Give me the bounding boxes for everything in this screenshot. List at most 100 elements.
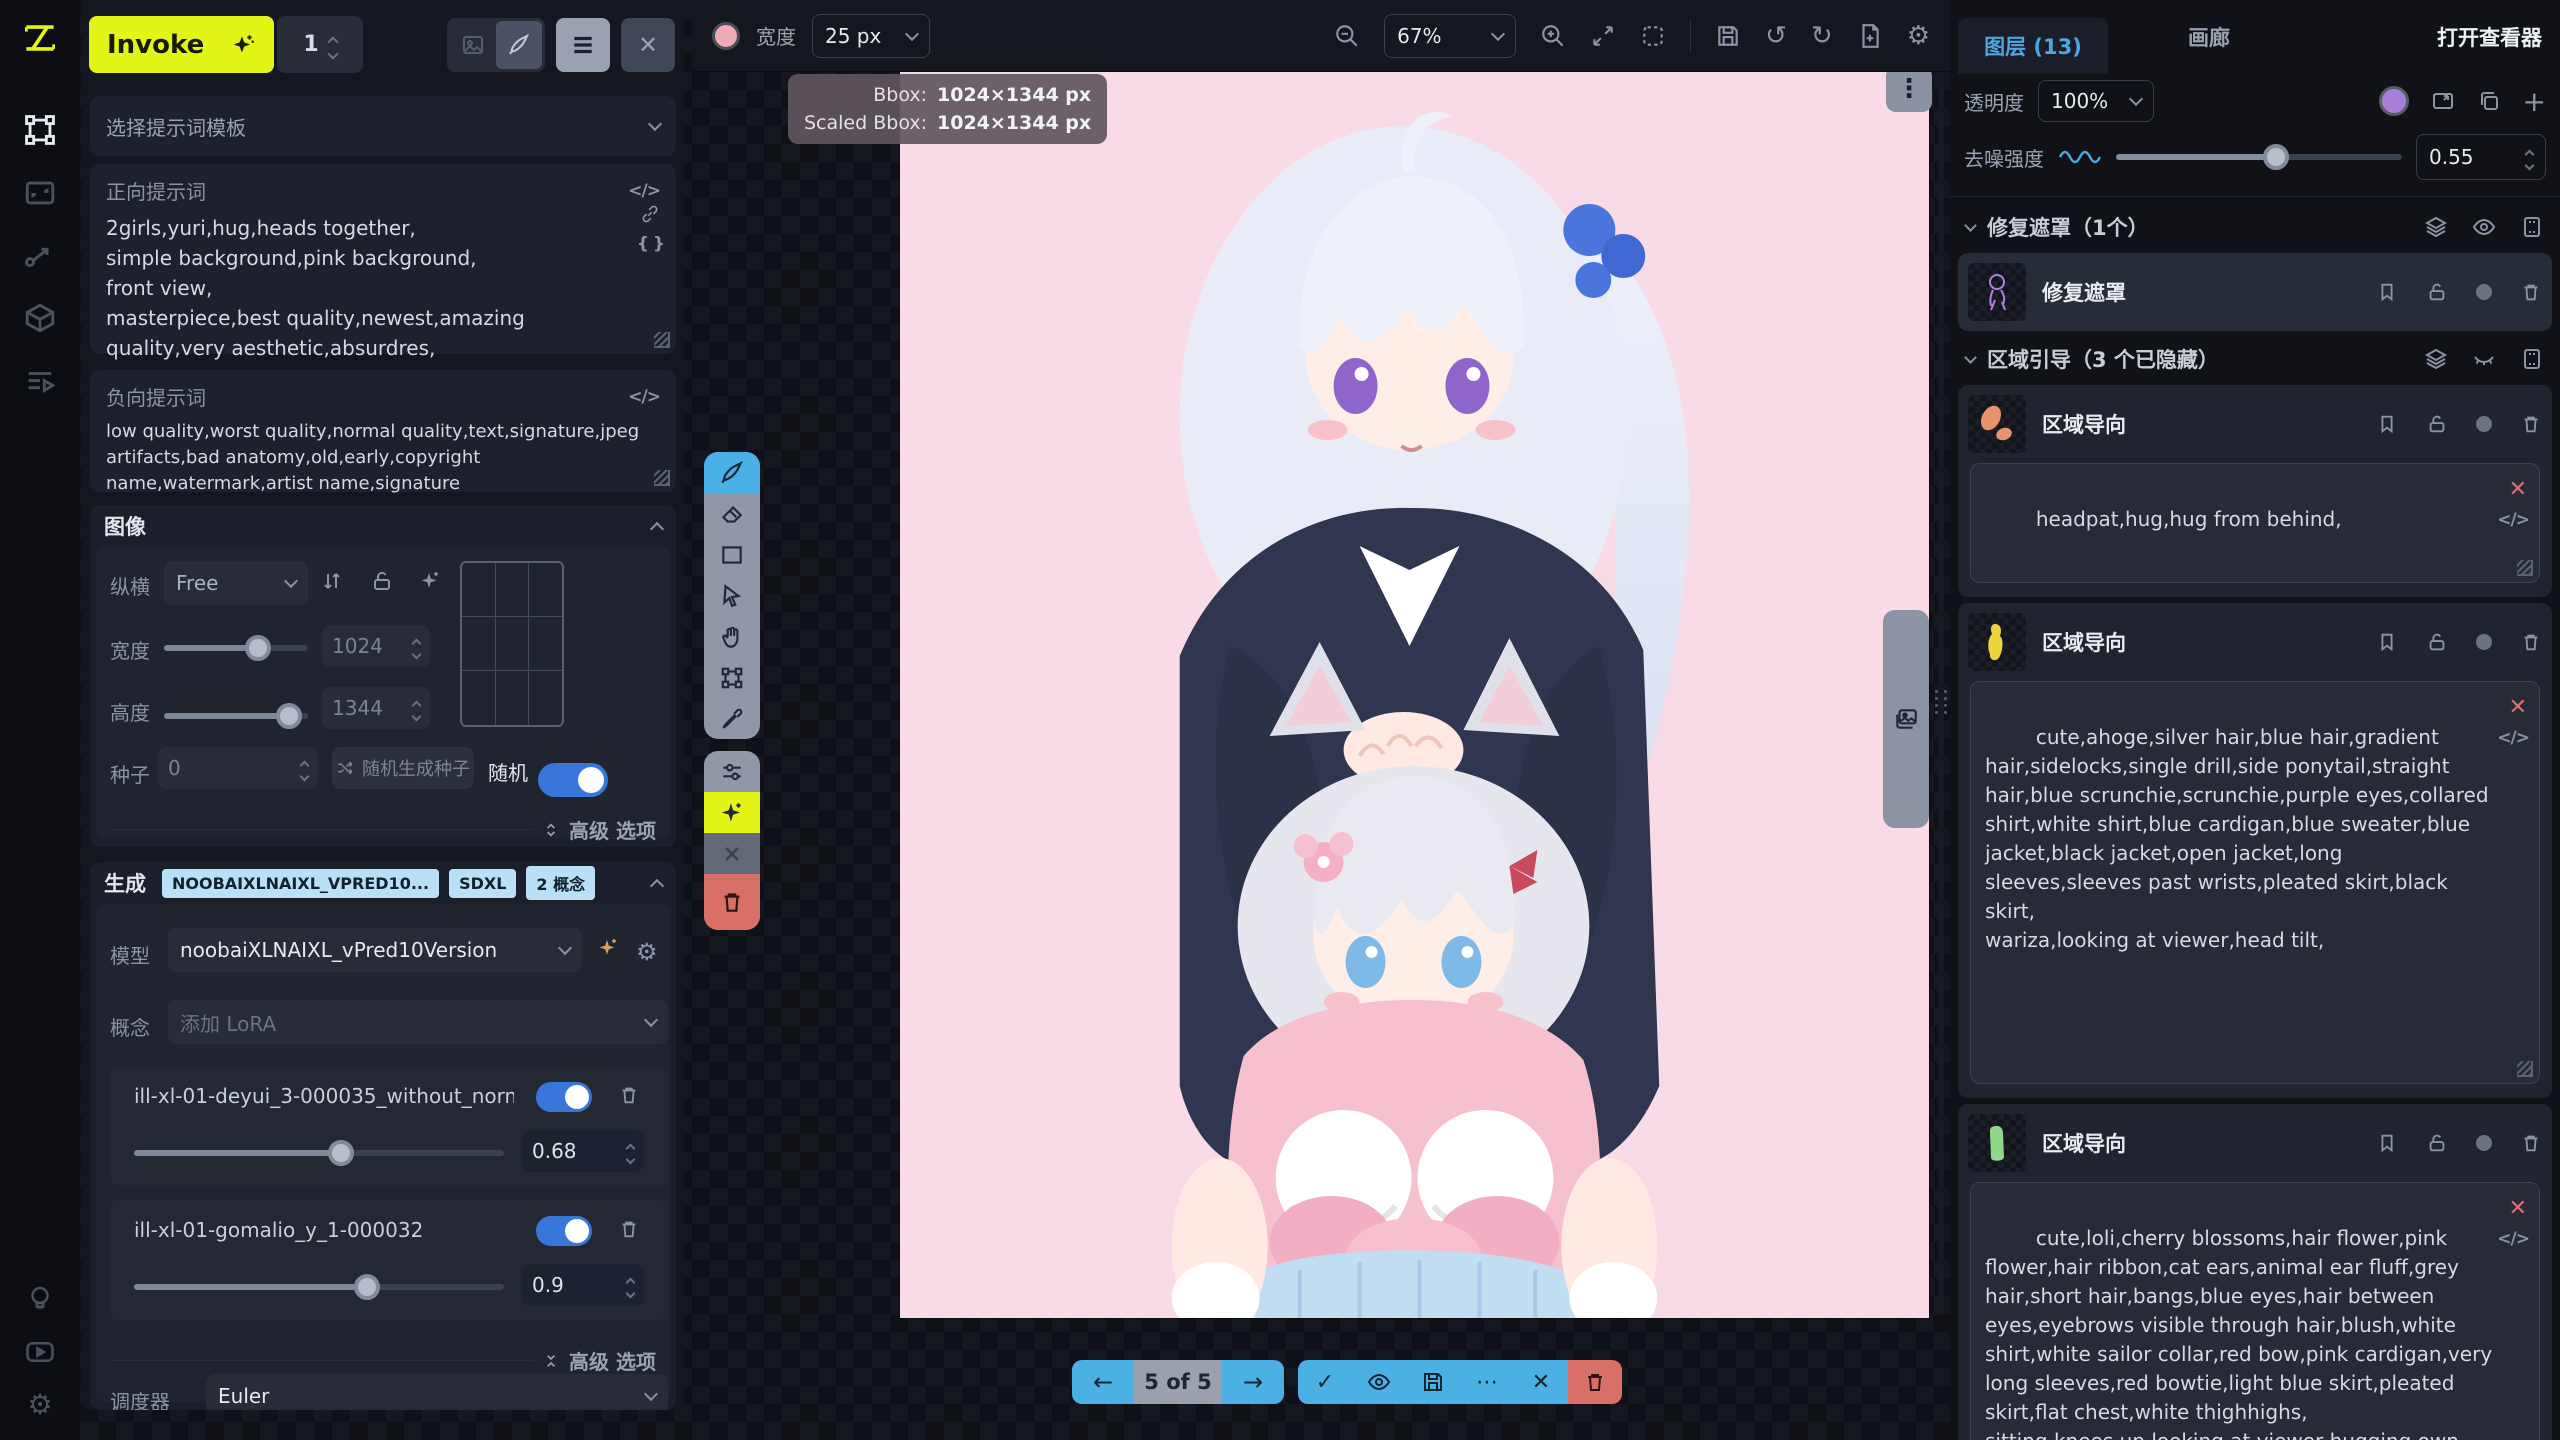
filter-tool[interactable] — [704, 751, 760, 792]
nav-workflows-icon[interactable] — [18, 233, 62, 277]
collapse-icon[interactable] — [650, 879, 664, 893]
lock-aspect-icon[interactable] — [370, 569, 394, 593]
layer-card-regional[interactable]: 区域导向 cute,ahoge,silver hair,blue hair,gr… — [1958, 603, 2552, 1098]
positive-prompt-text[interactable]: 2girls,yuri,hug,heads together, simple b… — [106, 213, 606, 363]
inpaint-mask-section-header[interactable]: 修复遮罩（1个） — [1950, 207, 2560, 247]
width-slider[interactable] — [164, 645, 308, 651]
fit-to-view-icon[interactable] — [1590, 23, 1616, 49]
group-visibility-eye-closed-icon[interactable] — [2472, 347, 2496, 371]
delete-tool[interactable] — [704, 874, 760, 930]
canvas-workspace[interactable]: 宽度 25 px 67% — [80, 0, 1950, 1440]
more-options-button[interactable]: ⋯ — [1460, 1360, 1514, 1404]
brush-color-swatch[interactable] — [712, 22, 740, 50]
fit-bbox-icon[interactable] — [1640, 23, 1666, 49]
negative-prompt-text[interactable]: low quality,worst quality,normal quality… — [106, 419, 660, 497]
optimize-size-sparkle-icon[interactable] — [418, 569, 442, 593]
new-canvas-icon[interactable] — [1857, 23, 1883, 49]
add-layer-plus-icon[interactable]: + — [2523, 85, 2546, 118]
embedding-code-icon[interactable]: </> — [628, 387, 660, 407]
layer-color-swatch[interactable] — [2379, 86, 2409, 116]
nav-canvas-icon[interactable] — [18, 108, 62, 152]
advanced-options-row[interactable]: 高级 选项 — [110, 815, 656, 844]
delete-layer-trash-icon[interactable] — [2520, 1132, 2542, 1154]
settings-gear-icon[interactable]: ⚙ — [18, 1382, 62, 1426]
generated-image[interactable] — [900, 46, 1929, 1318]
transform-tool[interactable] — [704, 657, 760, 698]
layer-color-dot[interactable] — [2476, 284, 2492, 300]
lora-delete-trash-icon[interactable] — [618, 1218, 640, 1240]
height-slider[interactable] — [164, 713, 308, 719]
image-mode-button[interactable] — [450, 21, 496, 69]
layer-color-dot[interactable] — [2476, 416, 2492, 432]
lora-weight-input[interactable]: 0.9 — [522, 1264, 644, 1306]
layer-card-regional[interactable]: 区域导向 cute,loli,cherry blossoms,hair flow… — [1958, 1104, 2552, 1440]
decrement-icon[interactable] — [327, 48, 338, 59]
batch-count-stepper[interactable]: 1 — [277, 16, 363, 73]
gallery-drawer-handle[interactable] — [1883, 610, 1929, 828]
lora-toggle[interactable] — [536, 1082, 592, 1112]
increment-icon[interactable] — [327, 36, 338, 47]
support-icon[interactable] — [18, 1276, 62, 1320]
layer-card-regional[interactable]: 区域导向 headpat,hug,hug from behind, ✕ </> — [1958, 385, 2552, 597]
layer-color-dot[interactable] — [2476, 1135, 2492, 1151]
menu-button[interactable] — [556, 18, 610, 72]
resize-handle[interactable] — [2517, 1061, 2533, 1077]
nav-models-icon[interactable] — [18, 296, 62, 340]
clear-prompt-icon[interactable]: ✕ — [2509, 1193, 2527, 1225]
resize-handle[interactable] — [654, 470, 670, 486]
delete-layer-trash-icon[interactable] — [2520, 413, 2542, 435]
bookmark-icon[interactable] — [2376, 631, 2398, 653]
cancel-tool[interactable] — [704, 833, 760, 874]
bookmark-icon[interactable] — [2376, 281, 2398, 303]
lora-weight-input[interactable]: 0.68 — [522, 1130, 644, 1172]
next-result-button[interactable]: → — [1222, 1360, 1284, 1404]
swap-dimensions-icon[interactable] — [320, 569, 344, 593]
group-layers-icon[interactable] — [2424, 215, 2448, 239]
delete-layer-trash-icon[interactable] — [2520, 281, 2542, 303]
duplicate-layer-icon[interactable] — [2477, 89, 2501, 113]
save-canvas-icon[interactable] — [1715, 23, 1741, 49]
tab-gallery[interactable]: 画廊 — [2188, 22, 2230, 52]
save-result-button[interactable] — [1406, 1360, 1460, 1404]
randomize-seed-button[interactable]: 随机生成种子 — [332, 747, 474, 789]
region-prompt-box[interactable]: cute,ahoge,silver hair,blue hair,gradien… — [1970, 681, 2540, 1084]
image-menu-kebab-icon[interactable]: ⋮ — [1886, 66, 1932, 112]
advanced-options-row[interactable]: 高级 选项 — [110, 1346, 656, 1375]
regional-guidance-section-header[interactable]: 区域引导（3 个已隐藏） — [1950, 339, 2560, 379]
canvas-settings-gear-icon[interactable]: ⚙ — [1907, 21, 1930, 51]
canvas-mode-button[interactable] — [496, 21, 542, 69]
lora-weight-slider[interactable] — [134, 1150, 504, 1156]
nav-queue-icon[interactable] — [18, 360, 62, 404]
bookmark-icon[interactable] — [2376, 413, 2398, 435]
denoise-slider[interactable] — [2116, 154, 2402, 160]
discard-result-button[interactable]: ✕ — [1514, 1360, 1568, 1404]
open-viewer-button[interactable]: 打开查看器 — [2437, 22, 2542, 52]
add-lora-select[interactable]: 添加 LoRA — [168, 1000, 668, 1044]
group-entity-frame-icon[interactable] — [2520, 215, 2544, 239]
group-visibility-eye-icon[interactable] — [2472, 215, 2496, 239]
resize-handle[interactable] — [654, 332, 670, 348]
accept-result-button[interactable]: ✓ — [1298, 1360, 1352, 1404]
embedding-code-icon[interactable]: </> — [2497, 726, 2529, 751]
video-tutorials-icon[interactable] — [18, 1330, 62, 1374]
width-input[interactable]: 1024 — [322, 625, 430, 667]
brush-tool[interactable] — [704, 452, 760, 493]
height-input[interactable]: 1344 — [322, 687, 430, 729]
tab-layers[interactable]: 图层 (13) — [1958, 18, 2108, 74]
lock-icon[interactable] — [2426, 281, 2448, 303]
layer-card-inpaint-mask[interactable]: 修复遮罩 — [1958, 253, 2552, 331]
eraser-tool[interactable] — [704, 493, 760, 534]
invoke-button[interactable]: Invoke — [89, 16, 274, 73]
panel-resize-grip[interactable] — [1926, 690, 1949, 714]
select-tool[interactable] — [704, 575, 760, 616]
lora-toggle[interactable] — [536, 1216, 592, 1246]
close-panel-button[interactable]: ✕ — [621, 18, 675, 72]
pan-tool[interactable] — [704, 616, 760, 657]
bookmark-icon[interactable] — [2376, 1132, 2398, 1154]
lock-icon[interactable] — [2426, 1132, 2448, 1154]
lora-weight-slider[interactable] — [134, 1284, 504, 1290]
undo-icon[interactable]: ↺ — [1765, 21, 1787, 51]
brush-size-select[interactable]: 25 px — [812, 14, 930, 58]
fit-layer-icon[interactable] — [2431, 89, 2455, 113]
region-prompt-box[interactable]: cute,loli,cherry blossoms,hair flower,pi… — [1970, 1182, 2540, 1440]
